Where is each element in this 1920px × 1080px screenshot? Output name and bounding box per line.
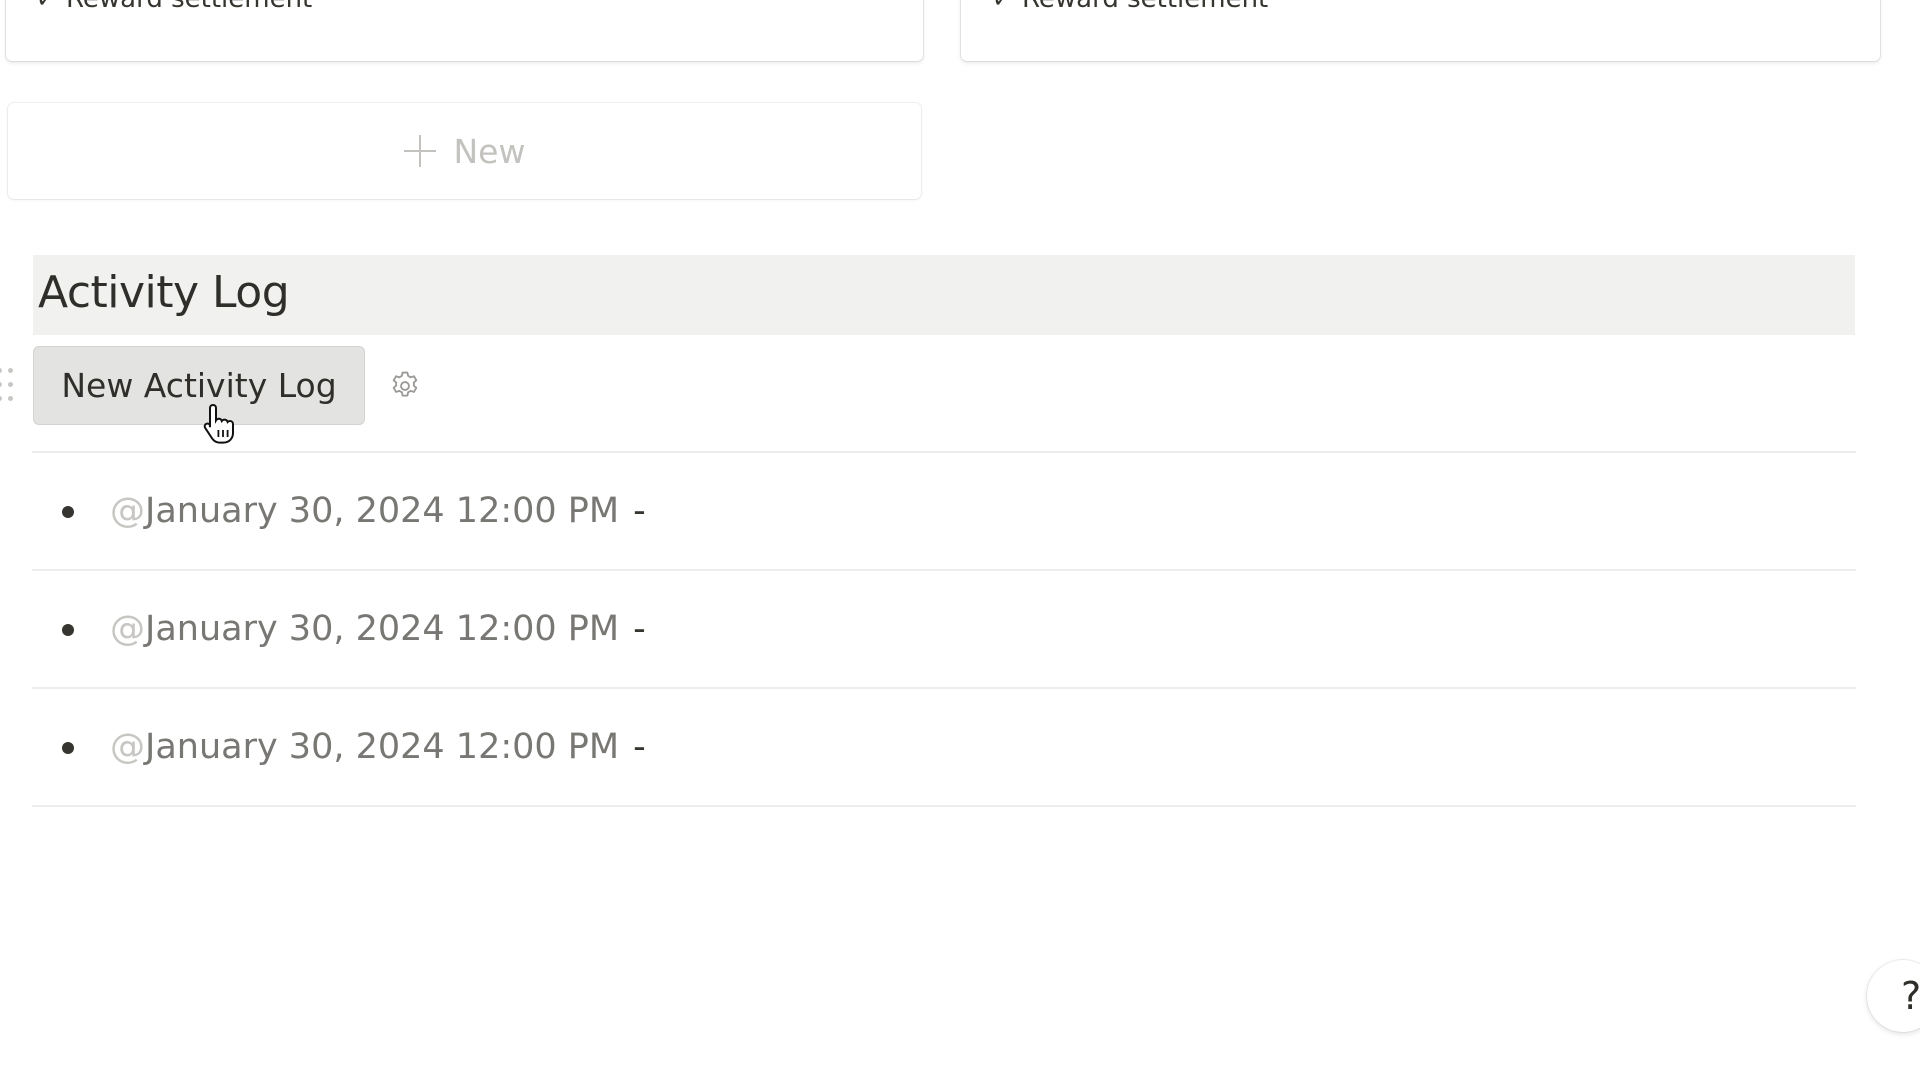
section-title: Activity Log (38, 267, 290, 318)
date-mention[interactable]: January 30, 2024 12:00 PM (145, 727, 619, 767)
bullet-icon (62, 742, 74, 754)
mention-at: @ (110, 727, 145, 767)
new-card-label: New (453, 131, 526, 171)
date-mention[interactable]: January 30, 2024 12:00 PM (145, 609, 619, 649)
board-card[interactable]: ✓ Reward settlement (6, 0, 923, 61)
plus-icon (403, 135, 436, 167)
list-item[interactable]: @ January 30, 2024 12:00 PM - (32, 453, 1856, 571)
card-property-label: Reward settlement (1022, 0, 1268, 14)
checkmark-icon: ✓ (992, 0, 1022, 13)
card-property: ✓ Reward settlement (992, 0, 1268, 14)
bullet-icon (62, 624, 74, 636)
bullet-icon (62, 506, 74, 518)
separator: - (633, 491, 646, 531)
new-card-button[interactable]: New (8, 103, 921, 199)
section-header: Activity Log (33, 255, 1855, 335)
log-entry-text[interactable]: @ January 30, 2024 12:00 PM - (110, 609, 646, 649)
list-item[interactable]: @ January 30, 2024 12:00 PM - (32, 571, 1856, 689)
checkmark-icon: ✓ (36, 0, 66, 13)
gear-icon[interactable] (388, 369, 422, 403)
log-entry-text[interactable]: @ January 30, 2024 12:00 PM - (110, 491, 646, 531)
new-activity-log-button[interactable]: New Activity Log (33, 346, 365, 425)
list-item[interactable]: @ January 30, 2024 12:00 PM - (32, 689, 1856, 807)
mention-at: @ (110, 609, 145, 649)
separator: - (633, 609, 646, 649)
mention-at: @ (110, 491, 145, 531)
question-icon: ? (1901, 974, 1920, 1018)
drag-handle-icon[interactable] (0, 364, 16, 406)
page: ✓ Reward settlement ✓ Reward settlement … (0, 0, 1920, 1080)
card-property: ✓ Reward settlement (36, 0, 312, 14)
activity-log-list: @ January 30, 2024 12:00 PM - @ January … (32, 451, 1856, 807)
board-card[interactable]: ✓ Reward settlement (961, 0, 1880, 61)
log-entry-text[interactable]: @ January 30, 2024 12:00 PM - (110, 727, 646, 767)
help-button[interactable]: ? (1867, 960, 1920, 1032)
card-property-label: Reward settlement (66, 0, 312, 14)
separator: - (633, 727, 646, 767)
date-mention[interactable]: January 30, 2024 12:00 PM (145, 491, 619, 531)
